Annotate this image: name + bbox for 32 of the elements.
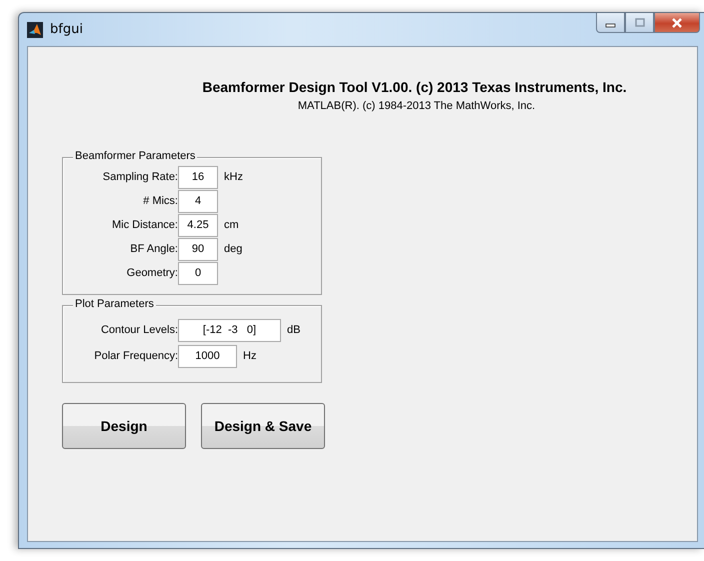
unit-label: kHz <box>224 171 243 183</box>
field-label: Mic Distance: <box>110 219 178 231</box>
design-button[interactable]: Design & Save <box>201 403 325 449</box>
close-icon <box>670 16 684 28</box>
field-label: Polar Frequency: <box>93 350 178 362</box>
field-label: Sampling Rate: <box>102 171 178 183</box>
unit-label: dB <box>287 324 300 336</box>
maximize-button[interactable] <box>625 13 654 33</box>
field-label: Geometry: <box>126 267 178 279</box>
input-field[interactable]: 90 <box>178 238 218 260</box>
close-button[interactable] <box>654 13 700 33</box>
design-button[interactable]: Design <box>62 403 186 449</box>
field-label: Contour Levels: <box>100 324 178 336</box>
unit-label: Hz <box>243 350 256 362</box>
input-field[interactable]: 1000 <box>178 344 237 368</box>
window-title: bfgui <box>50 22 83 37</box>
field-label: BF Angle: <box>129 243 178 255</box>
input-field[interactable]: 0 <box>178 262 218 284</box>
header-title: Beamformer Design Tool V1.00. (c) 2013 Texas Instruments, Inc. <box>201 79 628 95</box>
group-title: Beamformer Parameters <box>73 150 198 162</box>
minimize-button[interactable] <box>596 13 625 33</box>
group-title: Plot Parameters <box>73 298 156 310</box>
maximize-icon <box>634 18 646 28</box>
input-field[interactable]: 16 <box>178 166 218 188</box>
field-label: # Mics: <box>142 195 178 207</box>
unit-label: deg <box>224 243 242 255</box>
header-subtitle: MATLAB(R). (c) 1984-2013 The MathWorks, Inc. <box>296 100 536 112</box>
input-field[interactable]: [-12 -3 0] <box>178 318 281 342</box>
input-field[interactable]: 4 <box>178 190 218 212</box>
input-field[interactable]: 4.25 <box>178 214 218 236</box>
unit-label: cm <box>224 219 239 231</box>
app-icon <box>27 22 43 38</box>
